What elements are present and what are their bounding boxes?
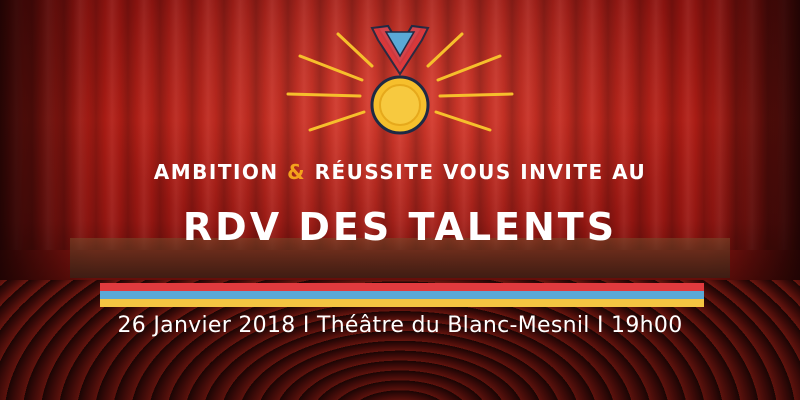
organizer-name-part2: RÉUSSITE VOUS INVITE AU <box>314 160 647 184</box>
event-details: 26 Janvier 2018 I Théâtre du Blanc-Mesni… <box>117 313 683 338</box>
stripe-red <box>100 283 704 291</box>
stripe-blue <box>100 291 704 299</box>
stripe-yellow <box>100 299 704 307</box>
decorative-stripes <box>100 283 704 307</box>
organizer-ampersand: & <box>287 160 307 184</box>
invitation-line: AMBITION & RÉUSSITE VOUS INVITE AU <box>0 160 800 184</box>
event-title: RDV DES TALENTS <box>182 205 618 249</box>
organizer-name-part1: AMBITION <box>153 160 279 184</box>
medal-icon <box>286 24 514 135</box>
event-banner: AMBITION & RÉUSSITE VOUS INVITE AU RDV D… <box>0 0 800 400</box>
